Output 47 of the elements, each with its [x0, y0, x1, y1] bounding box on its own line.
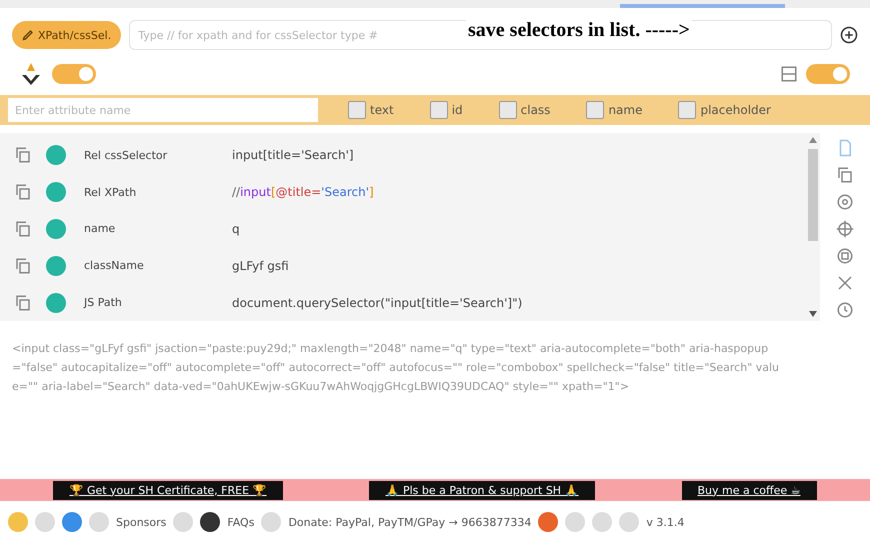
checkbox[interactable] — [678, 101, 696, 119]
scroll-down-icon[interactable] — [809, 311, 817, 317]
checkbox-label: class — [520, 103, 550, 117]
add-icon[interactable] — [840, 26, 858, 44]
checkbox-label: placeholder — [700, 103, 771, 117]
banner-link[interactable]: 🏆 Get your SH Certificate, FREE 🏆 — [53, 480, 283, 500]
selector-value[interactable]: document.querySelector("input[title='Search']") — [232, 296, 522, 310]
selector-name: Rel XPath — [84, 186, 138, 199]
history-icon[interactable] — [836, 301, 854, 319]
selector-value[interactable]: //input[@title='Search'] — [232, 185, 374, 200]
crosshair-icon[interactable] — [836, 220, 854, 238]
copy-icon[interactable] — [14, 256, 32, 275]
checkbox-label: name — [608, 103, 642, 117]
copy-icon[interactable] — [836, 166, 854, 184]
copy-icon[interactable] — [14, 294, 32, 312]
selector-name: name — [84, 222, 116, 236]
layout-icon[interactable] — [780, 65, 798, 83]
checkbox[interactable] — [586, 101, 604, 119]
selector-name: JS Path — [84, 296, 123, 310]
mode-button[interactable]: XPath/cssSel. — [12, 21, 122, 49]
pencil-icon — [22, 29, 34, 41]
toggle-switch[interactable] — [52, 64, 96, 84]
copy-icon[interactable] — [14, 146, 32, 164]
scrollbar-thumb[interactable] — [808, 149, 818, 241]
banner-link[interactable]: Buy me a coffee ☕ — [682, 480, 816, 500]
checkbox[interactable] — [430, 101, 448, 119]
outer-html-text: <input class="gLFyf gsfi" jsaction="paste:puy29d;" maxlength="2048" name="q" type="text" aria-autocomplete="both" aria-haspopup="false" autocapitalize="off" autocomplete="off" autocorrect="off" autofocus="" role="combobox" spellcheck="false" title="Search" value="" aria-label="Search" data-ved="0ahUKEwjw-sGKuu7wAhWoqjgGHcgLBWIQ39UDCAQ" style="" xpath="1"> — [11, 341, 780, 395]
copy-icon[interactable] — [14, 220, 32, 238]
attribute-input[interactable]: Enter attribute name — [8, 98, 318, 122]
selector-value[interactable]: gLFyf gsfi — [232, 258, 289, 273]
checkbox[interactable] — [348, 101, 366, 119]
checkbox-label: id — [452, 103, 463, 117]
scroll-up-icon[interactable] — [809, 137, 817, 143]
checkbox[interactable] — [498, 101, 517, 119]
copy-icon[interactable] — [14, 183, 32, 202]
faqs-link[interactable]: FAQs — [227, 516, 254, 528]
selector-name: className — [84, 259, 145, 272]
sponsors-link[interactable]: Sponsors — [116, 516, 166, 528]
selector-value[interactable]: q — [232, 222, 240, 236]
close-icon[interactable] — [836, 274, 854, 292]
selector-value[interactable]: input[title='Search'] — [232, 148, 354, 162]
selector-name: Rel cssSelector — [84, 148, 168, 162]
checkbox-label: text — [370, 103, 394, 117]
version-number: v 3.1.4 — [646, 516, 684, 528]
toggle-switch[interactable] — [806, 64, 850, 84]
donate-link[interactable]: Donate: PayPal, PayTM/GPay → 9663877334 — [288, 516, 532, 528]
banner-link[interactable]: 🙏 Pls be a Patron & support SH 🙏 — [369, 480, 595, 500]
